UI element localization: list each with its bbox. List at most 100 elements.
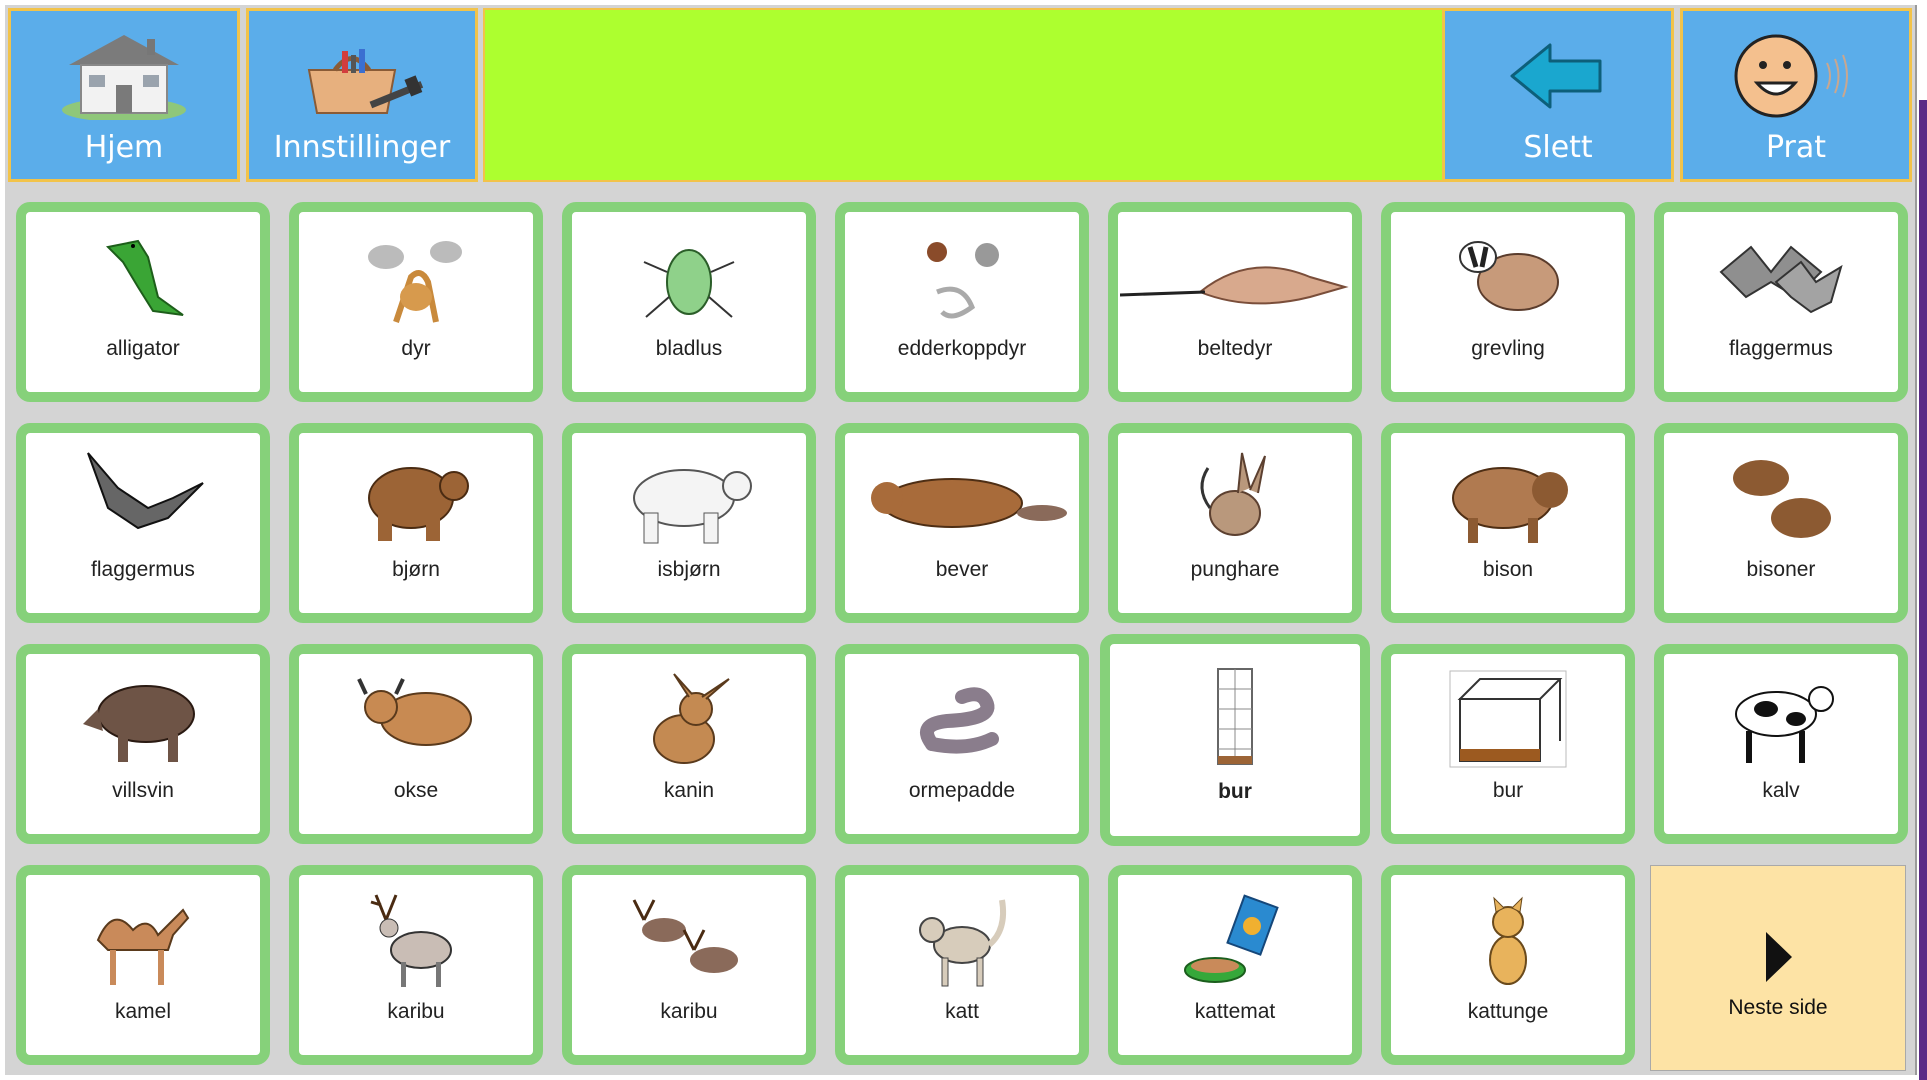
symbol-label: isbjørn (657, 558, 721, 581)
bat-icon (26, 443, 260, 553)
symbol-button-kamel[interactable]: kamel (16, 865, 270, 1065)
symbol-button-bladlus[interactable]: bladlus (562, 202, 816, 402)
symbol-button-kattemat[interactable]: kattemat (1108, 865, 1362, 1065)
rabbit-icon (572, 664, 806, 774)
calf-icon (1664, 664, 1898, 774)
symbol-button-katt[interactable]: katt (835, 865, 1089, 1065)
toolbar: Hjem Innstillinger Slett Prat (5, 5, 1915, 187)
symbol-label: villsvin (112, 779, 174, 802)
symbol-label: flaggermus (1729, 337, 1833, 360)
symbol-label: punghare (1190, 558, 1280, 581)
symbol-button-dyr[interactable]: dyr (289, 202, 543, 402)
symbol-button-bur-selected[interactable]: bur (1100, 634, 1370, 846)
symbol-button-edderkoppdyr[interactable]: edderkoppdyr (835, 202, 1089, 402)
delete-label: Slett (1523, 130, 1593, 165)
symbol-label: ormepadde (908, 779, 1016, 802)
caecilian-icon (845, 664, 1079, 774)
triangle-right-icon (1762, 930, 1794, 989)
symbol-button-bison[interactable]: bison (1381, 423, 1635, 623)
symbol-button-punghare[interactable]: punghare (1108, 423, 1362, 623)
symbol-label: beltedyr (1197, 337, 1273, 360)
symbol-label: okse (393, 779, 439, 802)
cage-icon (1391, 664, 1625, 774)
armadillo-icon (1118, 222, 1352, 332)
cat-icon (845, 885, 1079, 995)
badger-icon (1391, 222, 1625, 332)
animals-icon (299, 222, 533, 332)
message-bar[interactable] (483, 8, 1445, 182)
bats-icon (1664, 222, 1898, 332)
symbol-label: kanin (663, 779, 715, 802)
symbol-label: karibu (660, 1000, 718, 1023)
symbol-button-isbjorn[interactable]: isbjørn (562, 423, 816, 623)
aac-board: Hjem Innstillinger Slett Prat alligator … (5, 5, 1917, 1075)
beaver-icon (845, 443, 1079, 553)
symbol-button-grevling[interactable]: grevling (1381, 202, 1635, 402)
bisons-icon (1664, 443, 1898, 553)
caribou-herd-icon (572, 885, 806, 995)
symbol-button-alligator[interactable]: alligator (16, 202, 270, 402)
symbol-button-kalv[interactable]: kalv (1654, 644, 1908, 844)
symbol-button-ormepadde[interactable]: ormepadde (835, 644, 1089, 844)
symbol-label: flaggermus (91, 558, 195, 581)
caribou-icon (299, 885, 533, 995)
symbol-button-karibu-2[interactable]: karibu (562, 865, 816, 1065)
symbol-label: bur (1492, 779, 1524, 802)
tall-cage-icon (1110, 664, 1360, 774)
window-edge-strip (1919, 0, 1927, 1080)
symbol-label: katt (945, 1000, 979, 1023)
symbol-label: dyr (401, 337, 431, 360)
symbol-button-bisoner[interactable]: bisoner (1654, 423, 1908, 623)
bull-icon (299, 664, 533, 774)
symbol-label: bever (935, 558, 989, 581)
delete-button[interactable]: Slett (1442, 8, 1674, 182)
symbol-label: kamel (114, 1000, 172, 1023)
back-arrow-icon (1508, 41, 1608, 116)
camel-icon (26, 885, 260, 995)
symbol-button-kattunge[interactable]: kattunge (1381, 865, 1635, 1065)
symbol-button-bur[interactable]: bur (1381, 644, 1635, 844)
bison-icon (1391, 443, 1625, 553)
aphid-icon (572, 222, 806, 332)
symbol-label: grevling (1471, 337, 1545, 360)
symbol-label: bur (1218, 780, 1252, 803)
wild-boar-icon (26, 664, 260, 774)
speak-label: Prat (1765, 130, 1827, 165)
symbol-button-bever[interactable]: bever (835, 423, 1089, 623)
symbol-label: bjørn (392, 558, 440, 581)
symbol-label: bison (1482, 558, 1534, 581)
speak-button[interactable]: Prat (1680, 8, 1912, 182)
symbol-button-flaggermus-2[interactable]: flaggermus (16, 423, 270, 623)
symbol-button-flaggermus[interactable]: flaggermus (1654, 202, 1908, 402)
next-page-button[interactable]: Neste side (1650, 865, 1906, 1071)
arachnids-icon (845, 222, 1079, 332)
alligator-icon (26, 222, 260, 332)
symbol-button-villsvin[interactable]: villsvin (16, 644, 270, 844)
symbol-label: kalv (1762, 779, 1800, 802)
symbol-label: alligator (106, 337, 180, 360)
symbol-button-okse[interactable]: okse (289, 644, 543, 844)
toolbox-icon (297, 25, 427, 125)
home-label: Hjem (84, 130, 164, 165)
settings-label: Innstillinger (273, 130, 451, 165)
bilby-icon (1118, 443, 1352, 553)
house-icon (59, 25, 189, 125)
symbol-label: bladlus (655, 337, 723, 360)
symbol-button-beltedyr[interactable]: beltedyr (1108, 202, 1362, 402)
symbol-button-kanin[interactable]: kanin (562, 644, 816, 844)
symbol-button-karibu[interactable]: karibu (289, 865, 543, 1065)
next-page-label: Neste side (1728, 996, 1828, 1019)
kitten-icon (1391, 885, 1625, 995)
symbol-grid: alligator dyr bladlus edderkoppdyr belte… (5, 187, 1915, 1075)
home-button[interactable]: Hjem (8, 8, 240, 182)
symbol-label: karibu (387, 1000, 445, 1023)
bear-icon (299, 443, 533, 553)
polar-bear-icon (572, 443, 806, 553)
symbol-button-bjorn[interactable]: bjørn (289, 423, 543, 623)
settings-button[interactable]: Innstillinger (246, 8, 478, 182)
cat-food-icon (1118, 885, 1352, 995)
symbol-label: kattunge (1467, 1000, 1549, 1023)
symbol-label: edderkoppdyr (897, 337, 1027, 360)
speaking-face-icon (1731, 31, 1861, 126)
symbol-label: bisoner (1746, 558, 1816, 581)
